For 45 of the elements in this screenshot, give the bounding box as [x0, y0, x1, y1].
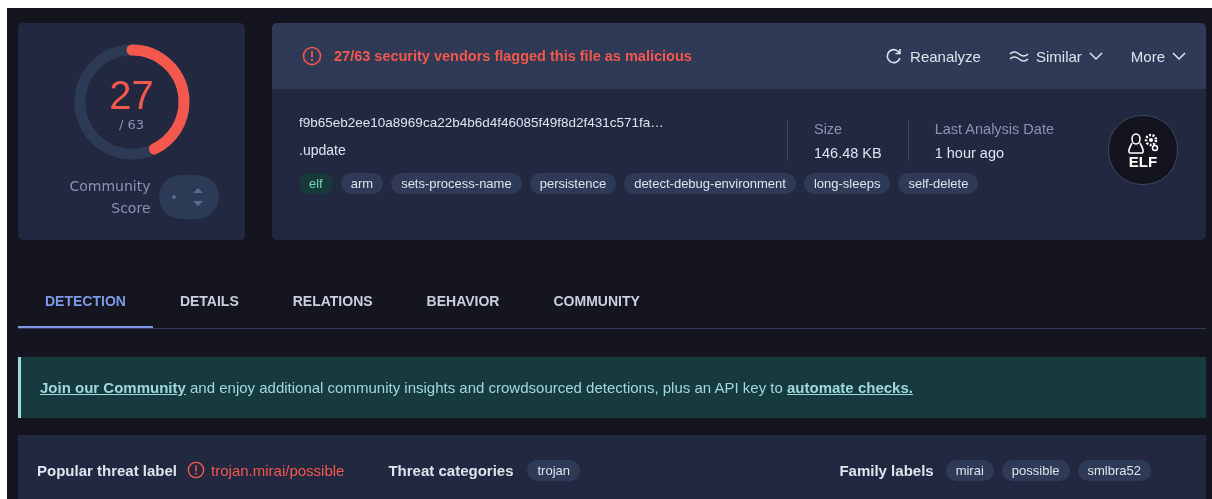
tag[interactable]: self-delete [898, 173, 979, 194]
tag[interactable]: long-sleeps [803, 173, 891, 194]
tab[interactable]: BEHAVIOR [399, 275, 527, 328]
file-type-badge: ELF [1108, 115, 1178, 185]
tab[interactable]: RELATIONS [265, 275, 400, 328]
threat-label-title: Popular threat label [37, 461, 178, 479]
chevron-icon [1088, 51, 1103, 61]
alert-icon [302, 46, 322, 66]
chevron-icon [1172, 51, 1186, 61]
vendor-total: / 63 [118, 116, 145, 132]
alert-icon [187, 461, 206, 479]
file-name: .update [299, 142, 347, 158]
tag[interactable]: arm [340, 173, 384, 194]
tab[interactable]: DETECTION [18, 275, 153, 328]
family-chip[interactable]: possible [1001, 459, 1070, 481]
family-chip[interactable]: smlbra52 [1077, 459, 1151, 481]
action-button[interactable]: Similar [1008, 47, 1103, 65]
stat-label: Size [813, 121, 844, 137]
action-button[interactable]: Reanalyze [885, 47, 981, 65]
family-title: Family labels [839, 461, 934, 479]
stat-value: 1 hour ago [934, 145, 1006, 161]
tab[interactable]: COMMUNITY [526, 275, 667, 328]
tag[interactable]: detect-debug-environment [624, 173, 796, 194]
banner-link[interactable]: Join our Community [40, 379, 186, 396]
categories-title: Threat categories [388, 461, 514, 479]
reload-icon [885, 47, 904, 65]
detection-count: 27 [109, 72, 154, 117]
tab[interactable]: DETAILS [152, 275, 266, 328]
banner-link[interactable]: automate checks. [787, 379, 913, 396]
wave-icon [1008, 49, 1029, 63]
tag[interactable]: persistence [529, 173, 617, 194]
stat-label: Last Analysis Date [934, 121, 1054, 137]
banner-text: Join our Community and enjoy additional community insights and crowdsourced detections, plus an API key to automate checks. [40, 379, 913, 396]
tag[interactable]: elf [299, 173, 333, 194]
vote-control[interactable] [158, 175, 219, 219]
threat-label: trojan.mirai/possible [211, 461, 345, 479]
family-chip[interactable]: mirai [945, 459, 994, 481]
file-hash: f9b65eb2ee10a8969ca22b4b6d4f46085f49f8d2f431c571fa… [299, 115, 665, 130]
alert-message: 27/63 security vendors flagged this file as malicious [334, 48, 692, 64]
stat-value: 146.48 KB [813, 145, 882, 161]
community-score-label: Community Score [68, 177, 151, 218]
category-chip[interactable]: trojan [527, 459, 580, 481]
tag[interactable]: sets-process-name [391, 173, 522, 194]
penguin-gear-icon [1125, 131, 1161, 154]
action-button[interactable]: More [1130, 47, 1186, 65]
